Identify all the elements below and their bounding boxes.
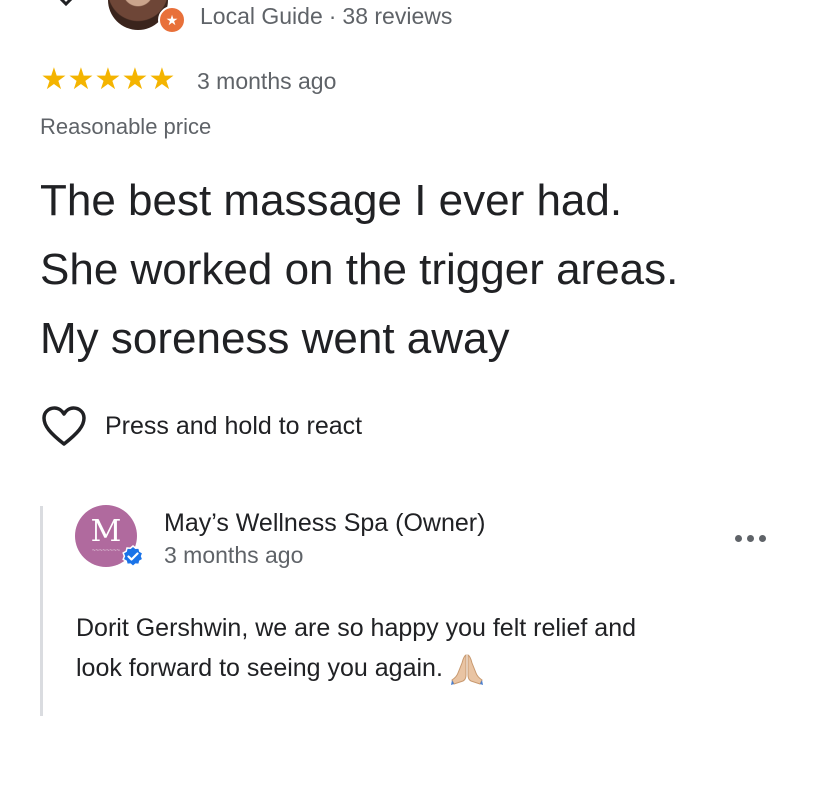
local-guide-label: Local Guide	[200, 3, 323, 29]
more-dot	[747, 535, 754, 542]
star-icon: ★	[121, 63, 149, 96]
reviewer-meta: Local Guide · 38 reviews	[200, 3, 452, 30]
reviewer-avatar[interactable]: ★	[108, 0, 186, 34]
star-icon: ★	[148, 63, 176, 96]
folded-hands-emoji	[450, 654, 483, 686]
review-more-options-button[interactable]	[733, 0, 767, 2]
reply-divider	[40, 506, 43, 716]
react-button[interactable]: Press and hold to react	[40, 404, 362, 448]
owner-name[interactable]: May’s Wellness Spa (Owner)	[164, 509, 485, 538]
owner-reply-body: Dorit Gershwin, we are so happy you felt…	[76, 608, 776, 688]
owner-logo-decoration: ~~~~~~~~	[91, 548, 121, 554]
review-body: The best massage I ever had. She worked …	[40, 166, 800, 373]
owner-logo-letter: M	[90, 514, 122, 549]
more-horiz-icon	[735, 535, 742, 542]
heart-outline-icon	[42, 406, 86, 446]
review-line: She worked on the trigger areas.	[40, 245, 679, 294]
local-guide-star-icon: ★	[158, 6, 186, 34]
review-time: 3 months ago	[197, 68, 337, 94]
review-count: 38 reviews	[342, 3, 453, 29]
close-icon	[59, 0, 73, 7]
star-rating: ★ ★ ★ ★ ★	[40, 63, 176, 96]
reply-line-with-emoji: look forward to seeing you again.	[76, 648, 776, 688]
more-dot	[759, 535, 766, 542]
reply-more-options-button[interactable]	[735, 533, 769, 545]
review-line: The best massage I ever had.	[40, 176, 623, 225]
reply-line: look forward to seeing you again.	[76, 654, 443, 682]
star-icon: ★	[67, 63, 95, 96]
reply-line: Dorit Gershwin, we are so happy you felt…	[76, 614, 636, 642]
review-line: My soreness went away	[40, 314, 510, 363]
owner-reply-time: 3 months ago	[164, 542, 304, 568]
owner-avatar[interactable]: M ~~~~~~~~	[75, 505, 144, 569]
star-icon: ★	[40, 63, 68, 96]
close-button[interactable]	[44, 0, 84, 20]
meta-separator: ·	[328, 3, 337, 29]
price-attribute: Reasonable price	[40, 114, 212, 139]
star-icon: ★	[94, 63, 122, 96]
react-label: Press and hold to react	[105, 411, 363, 440]
verified-icon	[122, 545, 144, 568]
